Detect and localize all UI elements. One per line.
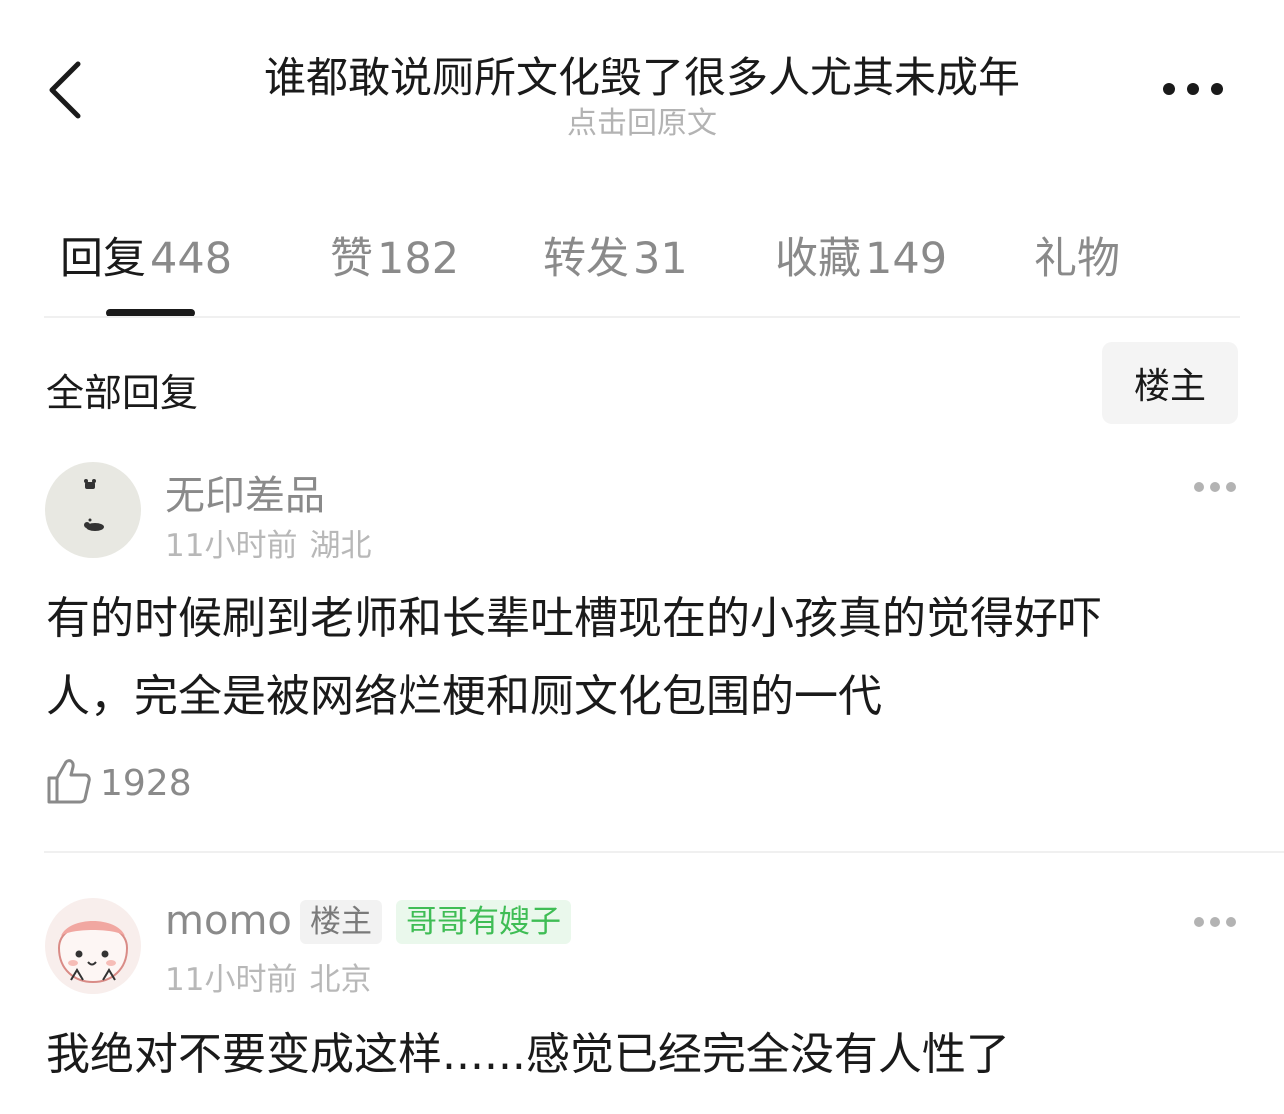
tab-likes[interactable]: 赞182 [330,224,459,286]
like-count: 1928 [100,762,192,804]
comment-text: 有的时候刷到老师和长辈吐槽现在的小孩真的觉得好吓 人，完全是被网络烂梗和厕文化包… [46,580,1236,736]
avatar[interactable] [45,462,141,558]
more-options-icon[interactable] [1158,78,1228,100]
comment-meta: 11小时前 北京 [165,954,371,999]
timestamp: 11小时前 [165,528,298,564]
tabs-divider [44,316,1240,318]
user-tag-badge: 哥哥有嫂子 [396,900,571,944]
tab-reposts[interactable]: 转发31 [543,224,688,286]
like-button[interactable]: 1928 [46,758,192,808]
tab-label: 转发 [543,234,629,284]
comment-more-icon[interactable] [1192,914,1238,928]
location: 北京 [309,962,372,998]
comment-text-line: 我绝对不要变成这样......感觉已经完全没有人性了 [46,1029,1010,1080]
back-icon[interactable] [44,58,88,122]
tab-count: 182 [377,234,460,284]
post-title: 谁都敢说厕所文化毁了很多人尤其未成年 [263,53,1020,102]
timestamp: 11小时前 [165,962,298,998]
owner-only-filter-button[interactable]: 楼主 [1102,342,1238,424]
tab-label: 回复 [60,234,146,284]
section-title: 全部回复 [46,371,199,415]
tab-count: 149 [865,234,948,284]
comment-text: 我绝对不要变成这样......感觉已经完全没有人性了 [46,1016,1236,1094]
thumbs-up-icon [46,757,92,809]
comment-text-line: 有的时候刷到老师和长辈吐槽现在的小孩真的觉得好吓 [46,593,1102,644]
avatar[interactable] [45,898,141,994]
tab-count: 448 [150,234,233,284]
comment-meta: 11小时前 湖北 [165,520,371,565]
comment-divider [44,851,1284,853]
comment-more-icon[interactable] [1192,479,1238,493]
owner-badge: 楼主 [300,900,382,944]
location: 湖北 [309,528,372,564]
username[interactable]: 无印差品 [165,463,325,521]
tab-replies[interactable]: 回复448 [60,224,232,286]
back-to-original-link[interactable]: 点击回原文 [442,98,842,142]
comment-text-line: 人，完全是被网络烂梗和厕文化包围的一代 [46,671,882,722]
tab-label: 礼物 [1034,234,1120,284]
tab-count: 31 [633,234,688,284]
tab-favorites[interactable]: 收藏149 [775,224,947,286]
tab-gifts[interactable]: 礼物 [1034,224,1124,286]
username[interactable]: momo [165,898,292,944]
tab-label: 赞 [330,234,373,284]
tab-label: 收藏 [775,234,861,284]
